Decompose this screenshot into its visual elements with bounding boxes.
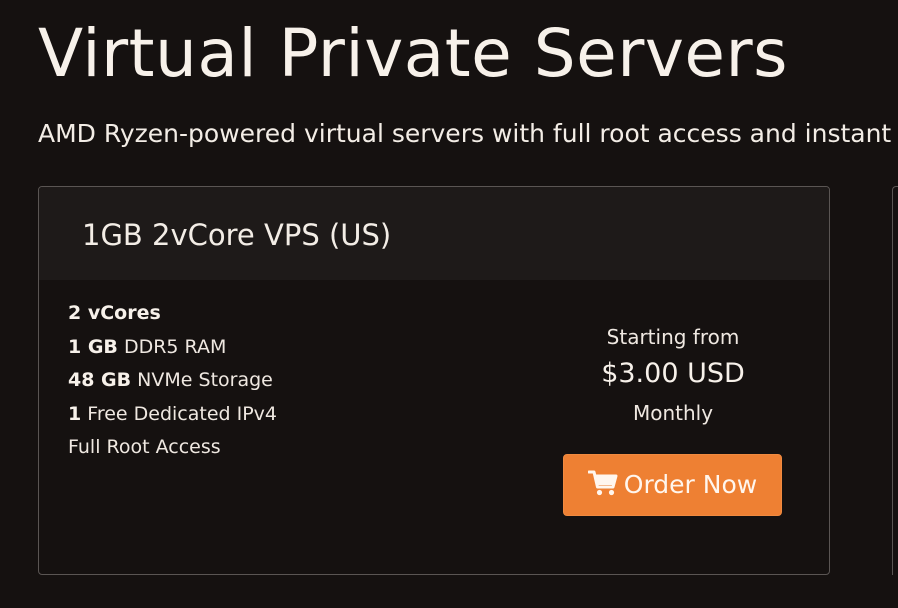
order-now-label: Order Now (623, 470, 758, 499)
feature-item: 1 Free Dedicated IPv4 (68, 398, 277, 432)
feature-text: DDR5 RAM (117, 335, 227, 358)
feature-item: 1 GB DDR5 RAM (68, 331, 277, 365)
feature-item: 48 GB NVMe Storage (68, 364, 277, 398)
feature-value: 1 (68, 402, 82, 425)
feature-value: 2 vCores (68, 302, 161, 324)
feature-item: Full Root Access (68, 431, 277, 465)
feature-item: 2 vCores (68, 297, 277, 331)
page-subtitle: AMD Ryzen-powered virtual servers with f… (38, 119, 898, 148)
feature-value: 1 GB (68, 335, 118, 358)
pricing-block: Starting from $3.00 USD Monthly (559, 321, 787, 431)
plan-card: 1GB 2vCore VPS (US) 2 vCores 1 GB DDR5 R… (38, 186, 830, 575)
feature-text: NVMe Storage (131, 369, 273, 391)
plan-title: 1GB 2vCore VPS (US) (82, 218, 392, 252)
feature-text: Free Dedicated IPv4 (81, 402, 278, 425)
page-title: Virtual Private Servers (38, 15, 789, 92)
order-now-button[interactable]: Order Now (563, 454, 782, 516)
feature-value: 48 GB (68, 369, 132, 391)
billing-cycle: Monthly (632, 401, 714, 425)
price: $3.00 USD (601, 358, 745, 389)
feature-list: 2 vCores 1 GB DDR5 RAM 48 GB NVMe Storag… (68, 297, 277, 465)
next-plan-card (892, 186, 898, 575)
plan-card-header: 1GB 2vCore VPS (US) (39, 187, 829, 280)
feature-text: Full Root Access (68, 436, 221, 458)
shopping-cart-icon (587, 458, 618, 496)
starting-from-label: Starting from (606, 325, 740, 349)
